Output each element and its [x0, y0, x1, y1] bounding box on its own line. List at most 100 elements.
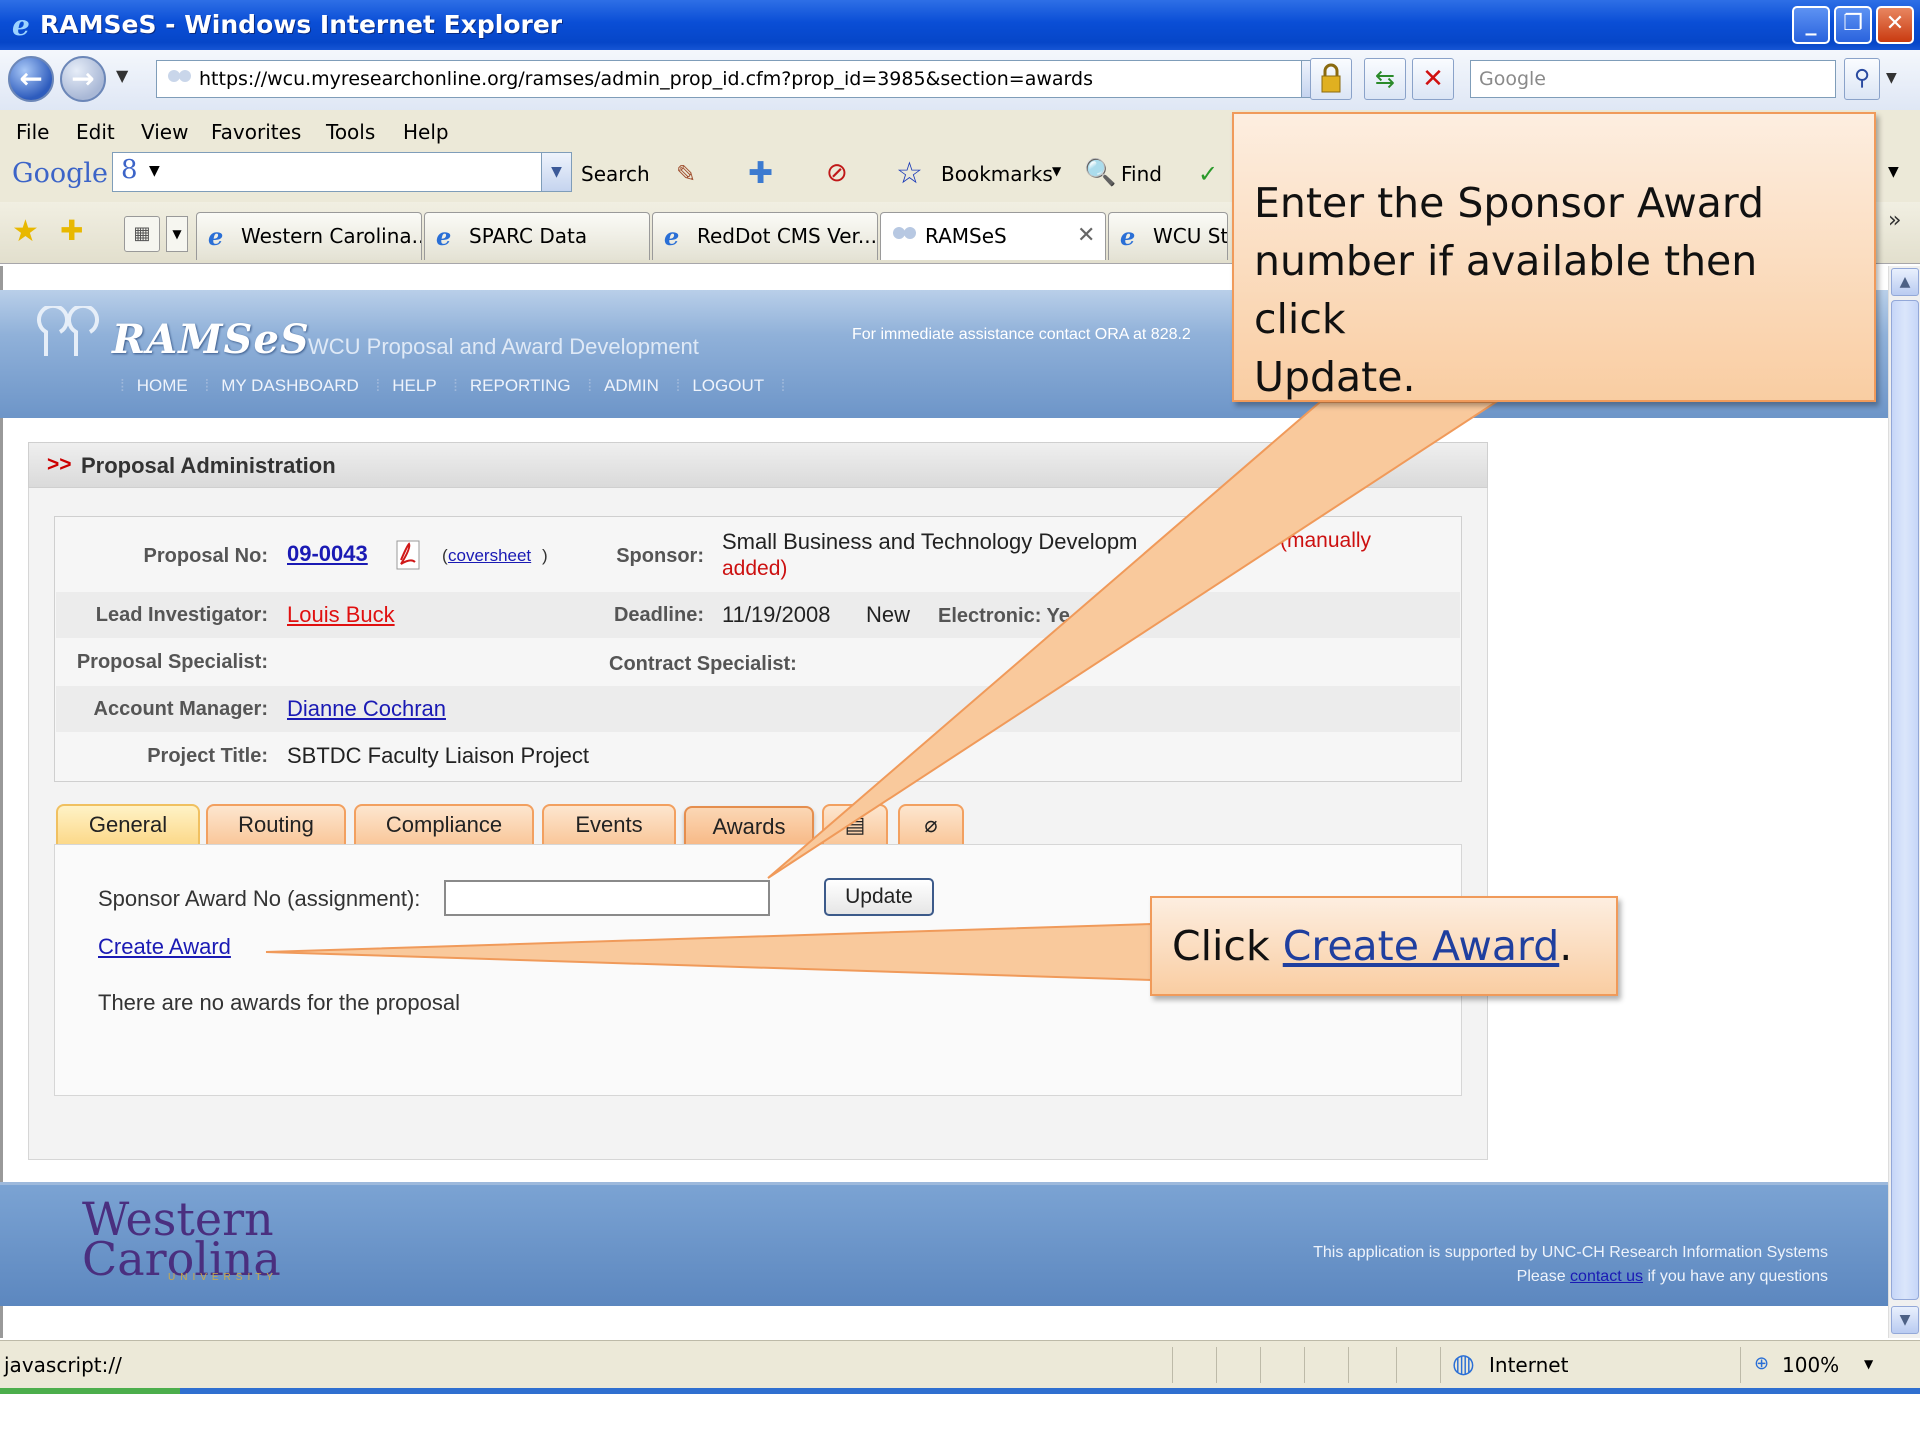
- search-icon[interactable]: ⚲: [1844, 58, 1880, 100]
- popup-blocker-icon[interactable]: ⊘: [826, 158, 848, 188]
- google-search-button[interactable]: Search: [581, 162, 650, 186]
- pdf-icon[interactable]: [392, 538, 424, 572]
- ie-page-icon: e: [1120, 223, 1135, 249]
- callout-line: Enter the Sponsor Award: [1254, 179, 1765, 227]
- browser-tab-wcu[interactable]: e WCU Stu: [1108, 212, 1228, 260]
- nav-admin[interactable]: ADMIN: [604, 376, 659, 395]
- restore-button[interactable]: ❐: [1834, 6, 1872, 44]
- electronic-label: Electronic: Ye: [938, 605, 1070, 627]
- browser-tab-western-carolina[interactable]: e Western Carolina...: [196, 212, 422, 260]
- zoom-dropdown-icon[interactable]: ▼: [1864, 1357, 1873, 1371]
- zone-label: Internet: [1489, 1353, 1569, 1377]
- refresh-icon[interactable]: ⇆: [1364, 58, 1406, 100]
- search-input[interactable]: Google: [1470, 60, 1836, 98]
- create-award-link[interactable]: Create Award: [98, 934, 231, 960]
- toolbar-options-icon[interactable]: ▼: [1888, 164, 1899, 180]
- browser-tab-ramses[interactable]: RAMSeS ✕: [880, 212, 1106, 260]
- google-search-input[interactable]: 8 ▼ ▼: [112, 152, 572, 192]
- sponsor-label: Sponsor:: [616, 545, 704, 567]
- proposal-no-link[interactable]: 09-0043: [287, 541, 368, 567]
- no-awards-message: There are no awards for the proposal: [98, 990, 460, 1015]
- sponsor-award-label: Sponsor Award No (assignment):: [98, 886, 421, 911]
- tab-label: Western Carolina...: [241, 224, 422, 248]
- search-dropdown-icon[interactable]: ▼: [1886, 70, 1897, 86]
- google-input-dropdown-icon[interactable]: ▼: [541, 153, 571, 191]
- status-divider: [1304, 1347, 1305, 1383]
- project-title-value: SBTDC Faculty Liaison Project: [287, 743, 589, 768]
- account-manager-link[interactable]: Dianne Cochran: [287, 696, 446, 722]
- coversheet-link[interactable]: coversheet: [448, 546, 531, 566]
- back-button[interactable]: ←: [8, 56, 54, 102]
- nav-my-dashboard[interactable]: MY DASHBOARD: [221, 376, 359, 395]
- callout-suffix: .: [1559, 922, 1573, 970]
- close-tab-icon[interactable]: ✕: [1077, 213, 1095, 259]
- ie-page-icon: e: [436, 223, 451, 249]
- ie-page-icon: e: [664, 223, 679, 249]
- tab-attachments[interactable]: ⌀: [898, 804, 964, 844]
- find-icon[interactable]: 🔍: [1084, 158, 1116, 188]
- support-text: This application is supported by UNC-CH …: [1313, 1244, 1828, 1261]
- menu-file[interactable]: File: [16, 120, 49, 144]
- close-window-button[interactable]: ✕: [1876, 6, 1914, 44]
- ramses-page-icon: [893, 227, 916, 239]
- spellcheck-icon[interactable]: ✓: [1198, 160, 1218, 188]
- minimize-button[interactable]: _: [1792, 6, 1830, 44]
- lead-investigator-link[interactable]: Louis Buck: [287, 602, 395, 628]
- update-button[interactable]: Update: [824, 878, 934, 916]
- browser-tab-sparc-data[interactable]: e SPARC Data: [424, 212, 650, 260]
- find-button[interactable]: Find: [1121, 162, 1162, 186]
- status-bar: javascript:// ◍ Internet ⊕ 100% ▼: [0, 1340, 1920, 1390]
- ie-logo-icon: e: [12, 10, 30, 40]
- scroll-thumb[interactable]: [1891, 300, 1919, 1300]
- nav-logout[interactable]: LOGOUT: [692, 376, 763, 395]
- contact-us-link[interactable]: contact us: [1570, 1268, 1643, 1285]
- nav-help[interactable]: HELP: [392, 376, 436, 395]
- browser-tab-reddot-cms[interactable]: e RedDot CMS Ver...: [652, 212, 878, 260]
- tab-routing[interactable]: Routing: [206, 804, 346, 844]
- vertical-scrollbar[interactable]: ▲ ▼: [1888, 266, 1920, 1338]
- tab-compliance[interactable]: Compliance: [354, 804, 534, 844]
- address-url: https://wcu.myresearchonline.org/ramses/…: [199, 68, 1093, 90]
- more-tabs-icon[interactable]: »: [1888, 208, 1901, 233]
- address-bar[interactable]: https://wcu.myresearchonline.org/ramses/…: [156, 60, 1332, 98]
- tab-general[interactable]: General: [56, 804, 200, 844]
- highlight-icon[interactable]: ✎: [676, 160, 696, 188]
- history-dropdown-icon[interactable]: ▼: [116, 66, 128, 85]
- project-title-label: Project Title:: [147, 745, 268, 767]
- stop-icon[interactable]: ✕: [1412, 58, 1454, 100]
- new-label: New: [866, 602, 911, 627]
- favorites-star-icon[interactable]: ★: [12, 214, 39, 249]
- tab-events[interactable]: Events: [542, 804, 676, 844]
- menu-tools[interactable]: Tools: [326, 120, 375, 144]
- plus-icon[interactable]: ✚: [748, 156, 773, 191]
- callout-prefix: Click: [1172, 922, 1270, 970]
- quick-tabs-icon[interactable]: ▦: [124, 216, 160, 252]
- bookmarks-button[interactable]: Bookmarks: [941, 162, 1053, 186]
- tab-notes[interactable]: ▤: [822, 804, 888, 844]
- tab-list-dropdown-icon[interactable]: ▼: [166, 216, 188, 252]
- nav-reporting[interactable]: REPORTING: [470, 376, 571, 395]
- nav-home[interactable]: HOME: [137, 376, 188, 395]
- g-dropdown-icon[interactable]: ▼: [149, 163, 160, 179]
- menu-view[interactable]: View: [141, 120, 188, 144]
- status-divider: [1172, 1347, 1173, 1383]
- zoom-level[interactable]: 100%: [1782, 1353, 1839, 1377]
- zoom-icon[interactable]: ⊕: [1754, 1353, 1769, 1374]
- scroll-down-icon[interactable]: ▼: [1891, 1306, 1919, 1334]
- forward-button[interactable]: →: [60, 56, 106, 102]
- coversheet-paren-open: (: [442, 546, 448, 565]
- status-divider: [1260, 1347, 1261, 1383]
- menu-favorites[interactable]: Favorites: [211, 120, 301, 144]
- sponsor-manual-note: (manually: [1280, 529, 1372, 552]
- bookmark-star-icon[interactable]: ☆: [896, 156, 923, 191]
- proposal-no-label: Proposal No:: [143, 545, 268, 567]
- add-favorite-icon[interactable]: ✚: [60, 214, 83, 247]
- tab-label: WCU Stu: [1153, 224, 1228, 248]
- menu-edit[interactable]: Edit: [76, 120, 115, 144]
- lock-icon[interactable]: [1310, 58, 1352, 100]
- bookmarks-dropdown-icon[interactable]: ▼: [1052, 164, 1061, 178]
- sponsor-award-input[interactable]: [444, 880, 770, 916]
- menu-help[interactable]: Help: [403, 120, 449, 144]
- scroll-up-icon[interactable]: ▲: [1891, 268, 1919, 296]
- panel-header: >> Proposal Administration: [28, 442, 1488, 488]
